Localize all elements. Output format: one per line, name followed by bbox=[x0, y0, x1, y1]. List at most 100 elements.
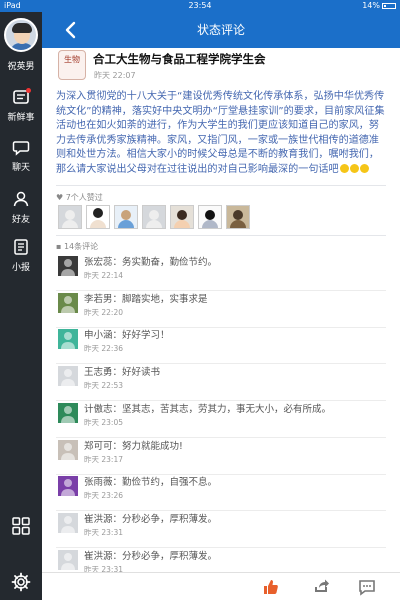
post-header: 生物 合工大生物与食品工程学院学生会 昨天 22:07 bbox=[56, 48, 386, 86]
user-avatar[interactable] bbox=[4, 18, 38, 52]
commenter-name[interactable]: 李若男 bbox=[84, 294, 113, 305]
liker-avatar[interactable] bbox=[86, 205, 110, 229]
comment-separator: ： bbox=[112, 293, 123, 305]
comment-line: 李若男：脚踏实地，实事求是 bbox=[84, 291, 208, 305]
liker-avatar[interactable] bbox=[114, 205, 138, 229]
liker-avatar[interactable] bbox=[142, 205, 166, 229]
post-time: 昨天 22:07 bbox=[94, 71, 136, 80]
commenter-name[interactable]: 张雨薇 bbox=[84, 477, 113, 488]
sidebar-item-chat[interactable]: 聊天 bbox=[0, 138, 42, 182]
comment-text: 好好读书 bbox=[122, 367, 161, 379]
comment-time: 昨天 23:05 bbox=[84, 417, 123, 427]
commenter-avatar[interactable] bbox=[58, 329, 78, 350]
gear-icon[interactable] bbox=[11, 572, 31, 596]
comment-line: 崔洪源：分秒必争，厚积薄发。 bbox=[84, 511, 217, 525]
news-icon bbox=[0, 88, 42, 106]
liker-avatar[interactable] bbox=[226, 205, 250, 229]
comment-text: 坚其志，苦其志，劳其力，事无大小，必有所成。 bbox=[122, 403, 332, 415]
commenter-name[interactable]: 王志勇 bbox=[84, 367, 113, 378]
comment-item[interactable]: 张宏蕊：务实勤奋，勤俭节约。 昨天 22:14 bbox=[56, 253, 386, 293]
comment-time: 昨天 23:26 bbox=[84, 491, 123, 501]
sidebar-item-label: 聊天 bbox=[11, 163, 30, 173]
comments-header: ▪ 14条评论 bbox=[56, 241, 98, 252]
comment-item[interactable]: 王志勇：好好读书 昨天 22:53 bbox=[56, 363, 386, 403]
commenter-name[interactable]: 计傲志 bbox=[84, 404, 113, 415]
comment-time: 昨天 23:31 bbox=[84, 564, 123, 572]
comment-time: 昨天 22:36 bbox=[84, 344, 123, 354]
comment-text: 脚踏实地，实事求是 bbox=[122, 293, 208, 305]
comment-item[interactable]: 计傲志：坚其志，苦其志，劳其力，事无大小，必有所成。昨天 23:05 bbox=[56, 400, 386, 440]
comment-icon[interactable] bbox=[358, 578, 376, 596]
comment-time: 昨天 23:17 bbox=[84, 454, 123, 464]
sidebar-item-news[interactable]: 新鲜事 bbox=[0, 88, 42, 132]
comment-line: 郑可可：努力就能成功! bbox=[84, 438, 183, 452]
sidebar-item-friends[interactable]: 好友 bbox=[0, 190, 42, 234]
commenter-avatar[interactable] bbox=[58, 402, 78, 423]
sidebar-item-label: 小报 bbox=[11, 263, 30, 273]
page-title: 状态评论 bbox=[196, 23, 245, 37]
commenter-name[interactable]: 张宏蕊 bbox=[84, 257, 113, 268]
comment-line: 崔洪源：分秒必争，厚积薄发。 bbox=[84, 548, 217, 562]
battery-indicator: 14% bbox=[362, 0, 396, 12]
battery-percent: 14% bbox=[362, 1, 380, 10]
comment-separator: ： bbox=[112, 367, 123, 379]
post-body: 为深入贯彻党的十八大关于“建设优秀传统文化传承体系，弘扬中华优秀传统文化”的精神… bbox=[56, 90, 388, 177]
sidebar-item-label: 新鲜事 bbox=[7, 113, 35, 123]
comments-count-label: 14条评论 bbox=[63, 242, 99, 251]
comment-separator: ： bbox=[112, 440, 123, 452]
post-author[interactable]: 合工大生物与食品工程学院学生会 bbox=[93, 51, 266, 67]
emoji-icon bbox=[359, 164, 369, 173]
org-logo[interactable]: 生物 bbox=[58, 50, 86, 80]
sidebar-item-newspaper[interactable]: 小报 bbox=[0, 238, 42, 282]
commenter-name[interactable]: 申小涵 bbox=[84, 330, 113, 341]
comment-separator: ： bbox=[112, 257, 123, 268]
commenter-avatar[interactable] bbox=[58, 256, 78, 276]
like-icon[interactable] bbox=[262, 578, 280, 596]
comment-separator: ： bbox=[112, 403, 123, 415]
share-icon[interactable] bbox=[312, 578, 330, 596]
liker-avatar[interactable] bbox=[170, 205, 194, 229]
comment-item[interactable]: 申小涵：好好学习！ 昨天 22:36 bbox=[56, 326, 386, 366]
status-bar: iPad 23:54 14% bbox=[0, 0, 400, 12]
apps-grid-icon[interactable] bbox=[11, 516, 31, 540]
divider bbox=[56, 235, 386, 236]
comment-separator: ： bbox=[112, 477, 123, 489]
liker-avatar[interactable] bbox=[58, 205, 82, 229]
header-bar: 状态评论 bbox=[42, 12, 400, 48]
sidebar-username[interactable]: 祝英男 bbox=[0, 59, 42, 72]
chat-icon bbox=[0, 138, 42, 156]
likes-header: ♥ 7个人赞过 bbox=[56, 192, 103, 203]
comment-text: 务实勤奋，勤俭节约。 bbox=[122, 257, 218, 268]
commenter-avatar[interactable] bbox=[58, 549, 78, 570]
friends-icon bbox=[0, 190, 42, 208]
sidebar-item-label: 好友 bbox=[11, 215, 30, 225]
news-badge bbox=[26, 88, 31, 93]
post-text: 为深入贯彻党的十八大关于“建设优秀传统文化传承体系，弘扬中华优秀传统文化”的精神… bbox=[56, 91, 385, 175]
emoji-icon bbox=[339, 164, 349, 173]
comment-item[interactable]: 李若男：脚踏实地，实事求是 昨天 22:20 bbox=[56, 290, 386, 330]
commenter-avatar[interactable] bbox=[58, 292, 78, 313]
commenter-avatar[interactable] bbox=[58, 366, 78, 387]
comment-item[interactable]: 崔洪源：分秒必争，厚积薄发。昨天 23:31 bbox=[56, 510, 386, 550]
comment-text: 分秒必争，厚积薄发。 bbox=[122, 550, 218, 562]
commenter-name[interactable]: 郑可可 bbox=[84, 441, 113, 452]
comment-time: 昨天 23:31 bbox=[84, 527, 123, 537]
comment-item[interactable]: 张雨薇：勤俭节约，自强不息。 昨天 23:26 bbox=[56, 473, 386, 513]
comment-item[interactable]: 郑可可：努力就能成功! 昨天 23:17 bbox=[56, 437, 386, 477]
commenter-avatar[interactable] bbox=[58, 439, 78, 460]
commenter-avatar[interactable] bbox=[58, 512, 78, 533]
commenter-name[interactable]: 崔洪源 bbox=[84, 514, 113, 525]
comment-small-icon: ▪ bbox=[56, 242, 64, 251]
comment-line: 王志勇：好好读书 bbox=[84, 364, 160, 378]
post-detail: 生物 合工大生物与食品工程学院学生会 昨天 22:07 为深入贯彻党的十八大关于… bbox=[42, 48, 400, 572]
comment-text: 努力就能成功! bbox=[122, 440, 183, 452]
comment-separator: ： bbox=[112, 330, 123, 342]
liker-avatar[interactable] bbox=[198, 205, 222, 229]
action-bar bbox=[42, 572, 400, 600]
commenter-name[interactable]: 崔洪源 bbox=[84, 551, 113, 562]
sidebar: 祝英男 新鲜事 聊天 好友 小报 bbox=[0, 12, 42, 600]
commenter-avatar[interactable] bbox=[58, 476, 78, 497]
like-small-icon: ♥ bbox=[56, 193, 66, 202]
comment-line: 张宏蕊：务实勤奋，勤俭节约。 bbox=[84, 254, 217, 268]
comment-item[interactable]: 崔洪源：分秒必争，厚积薄发。昨天 23:31 bbox=[56, 547, 386, 572]
